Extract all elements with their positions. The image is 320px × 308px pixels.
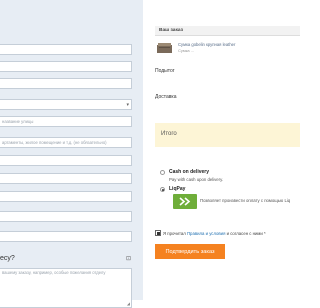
liqpay-logo [173, 194, 197, 209]
last-name-field[interactable] [0, 61, 132, 72]
liqpay-radio[interactable] [160, 187, 165, 192]
order-comment-textarea[interactable]: вашему заказу, например, особые пожелани… [0, 268, 132, 308]
terms-prefix: Я прочитал [163, 231, 186, 236]
order-total-box: Итого [155, 123, 300, 147]
cod-radio[interactable] [160, 170, 165, 175]
info-icon[interactable]: ⊡ [126, 255, 131, 262]
street-address-field[interactable]: название улицы [0, 116, 132, 127]
total-label: Итого [161, 131, 177, 137]
cod-label[interactable]: Cash on delivery [169, 169, 209, 175]
postcode-field[interactable] [0, 191, 132, 202]
double-chevron-right-icon [179, 197, 191, 206]
order-comment-placeholder: вашему заказу, например, особые пожелани… [2, 270, 106, 275]
resize-handle-icon[interactable]: ◢ [127, 301, 130, 307]
city-field[interactable] [0, 155, 132, 166]
different-address-row: есу? ⊡ [0, 255, 140, 265]
checkout-form-panel: ▾ название улицы артаменты, жилое помеще… [0, 0, 143, 308]
subtotal-label: Подытог [155, 68, 175, 74]
product-name[interactable]: Сумка gobelin крупная leather [178, 42, 235, 47]
terms-row: Я прочитал Правила и условия и согласен … [155, 230, 300, 238]
payment-methods: Cash on delivery Pay with cash upon deli… [155, 160, 300, 218]
product-thumbnail [157, 43, 172, 53]
terms-checkbox[interactable] [155, 230, 161, 236]
chevron-down-icon: ▾ [126, 102, 129, 108]
first-name-field[interactable] [0, 44, 132, 55]
order-summary-header: Ваш заказ [155, 26, 300, 36]
terms-link[interactable]: Правила и условия [187, 231, 225, 236]
liqpay-description: Позволяет произвести оплату с помощью Li… [200, 198, 291, 203]
liqpay-label[interactable]: LiqPay [169, 186, 185, 192]
cod-description: Pay with cash upon delivery. [169, 177, 224, 182]
confirm-order-button[interactable]: Подтвердить заказ [155, 244, 225, 259]
terms-suffix: и согласен с ними * [226, 231, 266, 236]
email-field[interactable] [0, 231, 132, 242]
country-select[interactable]: ▾ [0, 99, 132, 110]
apartment-field[interactable]: артаменты, жилое помещение и т.д. (не об… [0, 137, 132, 148]
company-field[interactable] [0, 78, 132, 89]
region-field[interactable] [0, 173, 132, 184]
product-variant: Сумка ... [178, 48, 195, 53]
phone-field[interactable] [0, 211, 132, 222]
shipping-label: Доставка [155, 94, 177, 100]
different-address-label: есу? [0, 255, 15, 262]
